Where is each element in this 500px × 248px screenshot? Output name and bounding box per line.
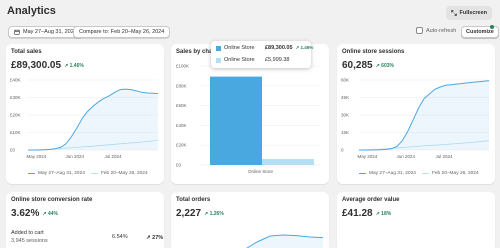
metric-value: 3.62% ↗ 44% (11, 208, 58, 219)
calendar-icon (14, 29, 20, 35)
chart-tooltip: Online Store £89,300.05 ↗ 1.46% Online S… (211, 41, 313, 68)
total-sales-chart: £0 £10K £20K £30K £40K May 2024 Jun 2024 Jul 20… (10, 78, 159, 159)
y-tick-label: 15K (341, 130, 349, 135)
series-area (359, 80, 489, 150)
metric-value: 60,285 ↗ 603% (342, 60, 394, 71)
x-tick-label: Online Store (248, 169, 274, 174)
card-title: Average order value (342, 197, 400, 203)
x-tick-label: Jul 2024 (105, 154, 123, 159)
metric-value: £41.28 ↗ 18% (342, 208, 391, 219)
card-title: Online store conversion rate (11, 197, 93, 203)
card-total-orders[interactable]: Total orders 2,227 ↗ 1.26% (171, 192, 329, 248)
card-online-store-sessions[interactable]: Online store sessions 60,285 ↗ 603% 0 15K… (337, 44, 495, 184)
metric-delta: ↗ 603% (375, 62, 394, 69)
legend-current-swatch (359, 173, 366, 174)
y-tick-label: 60K (341, 78, 349, 83)
bar[interactable] (262, 159, 314, 165)
compare-picker[interactable]: Compare to: Feb 20–May 26, 2024 (73, 26, 171, 38)
funnel-row-label: Added to cart (11, 230, 44, 236)
metric-number: 60,285 (342, 60, 373, 71)
y-tick-label: £40K (10, 78, 21, 83)
y-tick-label: £0 (176, 163, 182, 168)
y-tick-label: £60K (176, 103, 187, 108)
legend-current-label: May 27–Aug 31, 2024 (38, 171, 85, 176)
y-tick-label: £100K (176, 64, 189, 69)
header: Analytics Fullscreen (0, 0, 500, 24)
metric-number: 3.62% (11, 208, 40, 219)
toolbar: May 27–Aug 31, 2024 Compare to: Feb 20–M… (0, 25, 500, 40)
x-tick-label: May 2024 (358, 154, 378, 159)
tooltip-label: Online Store (224, 57, 255, 63)
legend-previous-swatch (90, 173, 98, 174)
y-tick-label: £10K (10, 130, 21, 135)
y-tick-label: £40K (176, 123, 187, 128)
tooltip-row: Online Store £5,999.38 (216, 57, 289, 63)
metric-number: 2,227 (176, 208, 202, 219)
x-tick-label: Jun 2024 (397, 154, 416, 159)
chart-legend: May 27–Aug 31, 2024 Feb 20–May 26, 2024 (359, 171, 479, 176)
bar[interactable] (210, 76, 262, 165)
card-conversion-rate[interactable]: Online store conversion rate 3.62% ↗ 44%… (6, 192, 164, 248)
x-tick-label: May 2024 (27, 154, 47, 159)
sessions-chart: 0 15K 30K 45K 60K May 2024 Jun 2024 Jul 2024 (341, 78, 490, 159)
orders-chart (246, 234, 324, 248)
customize-label: Customize (466, 29, 494, 35)
page-title: Analytics (7, 5, 56, 17)
y-tick-label: £0 (10, 148, 16, 153)
y-tick-label: 0 (341, 148, 344, 153)
legend-previous-label: Feb 20–May 26, 2024 (431, 171, 479, 176)
funnel-row-sub: 3,945 sessions (11, 238, 48, 244)
tooltip-swatch (216, 45, 221, 51)
card-title: Total orders (176, 197, 211, 203)
fullscreen-label: Fullscreen (459, 10, 487, 16)
legend-previous-label: Feb 20–May 26, 2024 (100, 171, 148, 176)
metric-value: £89,300.05 ↗ 1.46% (11, 60, 84, 71)
autorefresh-toggle[interactable]: Auto-refresh (416, 27, 456, 34)
compare-label: Compare to: Feb 20–May 26, 2024 (79, 29, 165, 35)
series-area (28, 89, 158, 150)
card-average-order-value[interactable]: Average order value £41.28 ↗ 18% (337, 192, 495, 248)
x-tick-label: Jul 2024 (436, 154, 454, 159)
tooltip-swatch (216, 57, 221, 63)
y-tick-label: £80K (176, 83, 187, 88)
expand-icon (451, 10, 458, 16)
legend-current-swatch (28, 173, 35, 174)
card-title: Total sales (11, 49, 42, 55)
autorefresh-checkbox[interactable] (416, 27, 423, 34)
tooltip-value: £5,999.38 (265, 57, 290, 63)
fullscreen-button[interactable]: Fullscreen (446, 6, 492, 20)
sales-by-channel-chart: £0 £20K £40K £60K £80K £100K Online Store (176, 64, 321, 174)
chart-legend: May 27–Aug 31, 2024 Feb 20–May 26, 2024 (28, 171, 148, 176)
card-total-sales[interactable]: Total sales £89,300.05 ↗ 1.46% £0 £10K £20… (6, 44, 164, 184)
tooltip-label: Online Store (224, 45, 255, 51)
y-tick-label: £20K (10, 113, 21, 118)
x-tick-label: Jun 2024 (66, 154, 85, 159)
date-range-picker[interactable]: May 27–Aug 31, 2024 (8, 26, 83, 38)
y-tick-label: £20K (176, 143, 187, 148)
metric-delta: ↗ 18% (375, 210, 392, 217)
tooltip-value: £89,300.05 (265, 45, 293, 51)
notification-dot (490, 25, 494, 29)
legend-current-label: May 27–Aug 31, 2024 (369, 171, 416, 176)
metric-number: £41.28 (342, 208, 373, 219)
metric-value: 2,227 ↗ 1.26% (176, 208, 224, 219)
y-tick-label: 30K (341, 113, 349, 118)
card-title: Online store sessions (342, 49, 405, 55)
legend-previous-swatch (421, 173, 429, 174)
funnel-row-pct: 6.54% (112, 234, 128, 240)
metric-delta: ↗ 1.26% (204, 210, 224, 217)
metric-delta: ↗ 1.46% (64, 62, 84, 69)
y-tick-label: 45K (341, 95, 349, 100)
funnel-row-delta: ↗ 27% (146, 235, 164, 241)
date-range-label: May 27–Aug 31, 2024 (23, 29, 77, 35)
metric-number: £89,300.05 (11, 60, 62, 71)
autorefresh-label: Auto-refresh (426, 27, 457, 34)
y-tick-label: £30K (10, 95, 21, 100)
tooltip-delta: ↗ 1.46% (295, 45, 314, 50)
tooltip-row: Online Store £89,300.05 ↗ 1.46% (216, 45, 313, 51)
metric-delta: ↗ 44% (42, 210, 58, 217)
